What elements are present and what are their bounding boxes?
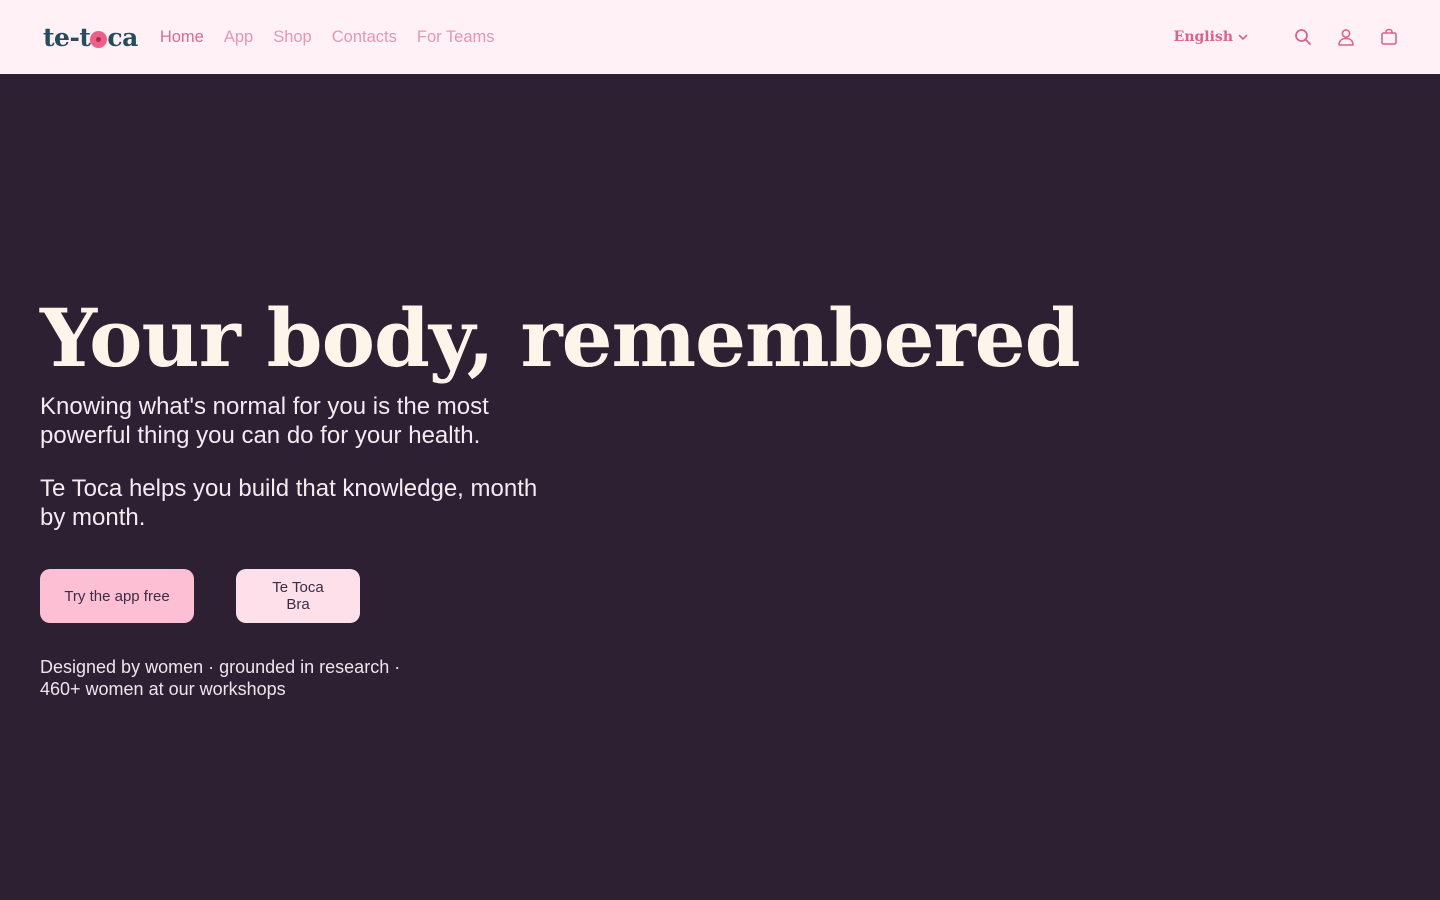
account-icon[interactable] xyxy=(1335,26,1357,48)
nav-contacts[interactable]: Contacts xyxy=(332,28,397,47)
nav-shop[interactable]: Shop xyxy=(273,28,312,47)
nav-app[interactable]: App xyxy=(224,28,253,47)
hero-trust-note: Designed by women · grounded in research… xyxy=(40,656,460,700)
header-actions: English xyxy=(1174,26,1400,48)
logo-dot-icon xyxy=(90,30,108,48)
hero-lead-secondary: Te Toca helps you build that knowledge, … xyxy=(40,475,538,531)
nav-for-teams[interactable]: For Teams xyxy=(417,28,495,47)
hero-title: Your body, remembered xyxy=(40,291,1081,385)
chevron-down-icon xyxy=(1238,34,1248,40)
nav-home[interactable]: Home xyxy=(160,28,204,47)
hero-cta-group: Try the app free Te Toca Bra xyxy=(40,569,360,623)
language-selector[interactable]: English xyxy=(1174,29,1249,45)
try-app-button[interactable]: Try the app free xyxy=(40,569,194,623)
hero-lead: Knowing what's normal for you is the mos… xyxy=(40,393,489,449)
trust-note-line-2: 460+ women at our workshops xyxy=(40,679,286,699)
hero-content: Your body, remembered Knowing what's nor… xyxy=(40,290,1140,532)
cart-icon[interactable] xyxy=(1378,26,1400,48)
main-nav: Home App Shop Contacts For Teams xyxy=(160,28,515,47)
logo-text-end: ca xyxy=(107,22,138,52)
search-icon[interactable] xyxy=(1292,26,1314,48)
site-header: te-t ca Home App Shop Contacts For Teams … xyxy=(0,0,1440,74)
logo[interactable]: te-t ca xyxy=(43,25,138,50)
language-label: English xyxy=(1173,29,1233,45)
trust-note-line-1: Designed by women · grounded in research… xyxy=(40,657,401,677)
te-toca-bra-button[interactable]: Te Toca Bra xyxy=(236,569,360,623)
logo-text-start: te-t xyxy=(43,22,91,52)
